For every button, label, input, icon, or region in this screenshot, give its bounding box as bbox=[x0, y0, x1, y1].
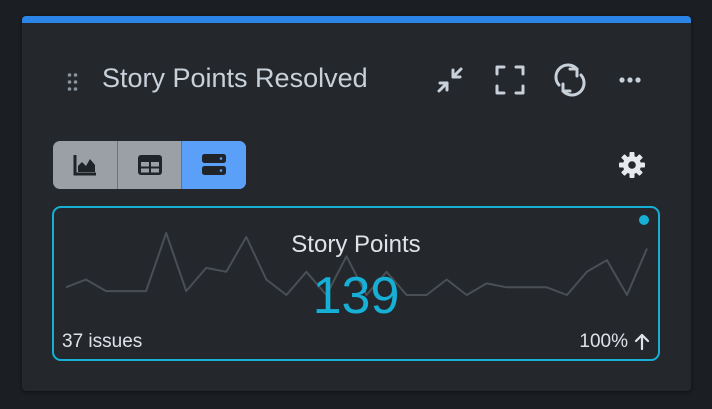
fullscreen-button[interactable] bbox=[490, 60, 530, 100]
collapse-icon bbox=[437, 67, 463, 93]
fullscreen-icon bbox=[495, 65, 525, 95]
refresh-icon bbox=[554, 63, 586, 97]
arrow-up-icon bbox=[634, 333, 650, 351]
list-view-icon bbox=[202, 154, 226, 175]
collapse-button[interactable] bbox=[430, 60, 470, 100]
view-mode-toggle bbox=[53, 141, 246, 189]
table-icon bbox=[137, 155, 162, 175]
metric-panel[interactable]: Story Points 139 37 issues 100% bbox=[52, 206, 660, 361]
live-indicator-dot bbox=[639, 215, 649, 225]
refresh-button[interactable] bbox=[550, 60, 590, 100]
view-table-button[interactable] bbox=[117, 141, 181, 189]
gear-icon bbox=[619, 152, 645, 178]
trend-indicator: 100% bbox=[579, 331, 650, 353]
settings-button[interactable] bbox=[617, 150, 647, 180]
widget-title: Story Points Resolved bbox=[102, 63, 368, 93]
more-options-button[interactable] bbox=[610, 60, 650, 100]
widget-accent-bar bbox=[22, 16, 691, 23]
story-points-widget: Story Points Resolved Story Points 139 3… bbox=[22, 16, 691, 391]
trend-percent: 100% bbox=[579, 331, 628, 352]
metric-label: Story Points bbox=[291, 231, 421, 258]
view-list-button[interactable] bbox=[181, 141, 246, 189]
drag-handle-icon[interactable] bbox=[66, 72, 80, 92]
view-chart-button[interactable] bbox=[53, 141, 117, 189]
issue-count: 37 issues bbox=[62, 331, 143, 352]
more-options-icon bbox=[619, 77, 641, 83]
metric-value: 139 bbox=[312, 267, 400, 325]
area-chart-icon bbox=[73, 155, 96, 176]
